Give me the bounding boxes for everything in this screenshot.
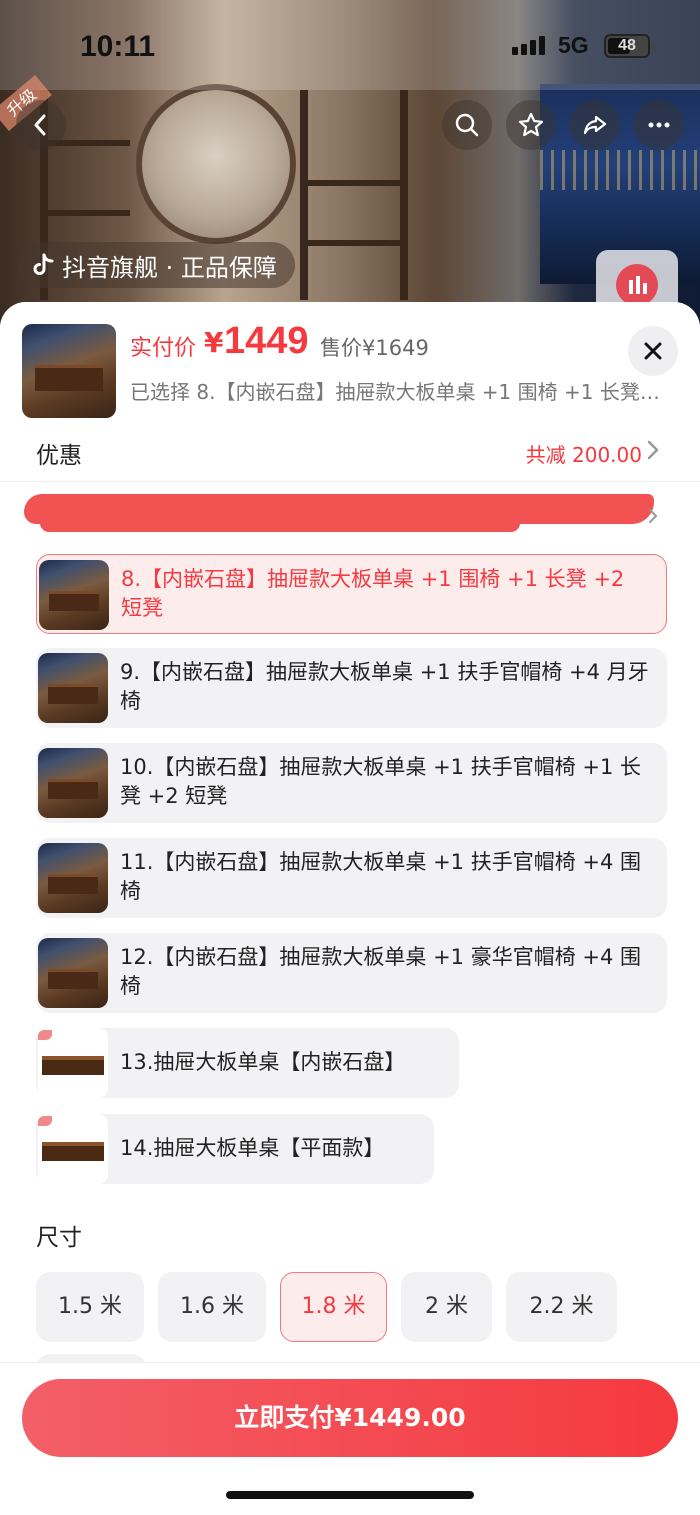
more-button[interactable] <box>634 100 684 150</box>
share-button[interactable] <box>570 100 620 150</box>
size-option[interactable]: 2.2 米 <box>506 1272 617 1342</box>
option-item[interactable]: 8.【内嵌石盘】抽屉款大板单桌 +1 围椅 +1 长凳 +2 短凳 <box>36 554 667 634</box>
size-option-selected[interactable]: 1.8 米 <box>280 1272 387 1342</box>
size-option[interactable]: 2 米 <box>401 1272 492 1342</box>
close-button[interactable] <box>628 326 678 376</box>
size-option[interactable]: 1.5 米 <box>36 1272 144 1342</box>
checkout-footer: 立即支付¥1449.00 <box>0 1362 700 1515</box>
product-thumbnail[interactable] <box>22 324 116 418</box>
option-label: 12.【内嵌石盘】抽屉款大板单桌 +1 豪华官帽椅 +4 围椅 <box>120 945 642 998</box>
option-thumbnail <box>38 1114 108 1184</box>
option-item[interactable]: 14.抽屉大板单桌【平面款】 <box>36 1114 434 1184</box>
sheet-header: 实付价 ¥ 1449 售价¥1649 已选择 8.【内嵌石盘】抽屉款大板单桌 +… <box>0 302 700 422</box>
original-price: 售价¥1649 <box>320 336 429 360</box>
shelf <box>300 240 408 246</box>
size-section-title: 尺寸 <box>36 1225 82 1251</box>
close-icon <box>644 342 662 360</box>
store-label: 抖音旗舰 · 正品保障 <box>62 253 277 282</box>
battery-level: 48 <box>618 37 636 54</box>
shelf <box>300 90 308 300</box>
option-item[interactable]: 10.【内嵌石盘】抽屉款大板单桌 +1 扶手官帽椅 +1 长凳 +2 短凳 <box>36 743 667 823</box>
back-button[interactable] <box>16 100 66 150</box>
price-currency: ¥ <box>204 326 224 359</box>
selected-summary: 已选择 8.【内嵌石盘】抽屉款大板单桌 +1 围椅 +1 长凳 +... <box>130 380 660 404</box>
option-item[interactable]: 9.【内嵌石盘】抽屉款大板单桌 +1 扶手官帽椅 +4 月牙椅 <box>36 648 667 728</box>
option-item[interactable]: 13.抽屉大板单桌【内嵌石盘】 <box>36 1028 459 1098</box>
price-label: 实付价 <box>130 336 197 361</box>
option-thumbnail <box>38 1028 108 1098</box>
option-label: 8.【内嵌石盘】抽屉款大板单桌 +1 围椅 +1 长凳 +2 短凳 <box>121 567 625 620</box>
status-time: 10:11 <box>80 30 156 63</box>
network-type: 5G <box>558 32 589 58</box>
discount-value: 共减 200.00 <box>525 443 642 467</box>
redacted-row[interactable] <box>0 484 700 546</box>
shelf <box>40 210 130 216</box>
tiktok-logo-icon <box>33 253 54 275</box>
option-thumbnail <box>39 560 109 630</box>
sku-sheet: 实付价 ¥ 1449 售价¥1649 已选择 8.【内嵌石盘】抽屉款大板单桌 +… <box>0 302 700 1515</box>
discount-label: 优惠 <box>36 443 82 469</box>
option-item[interactable]: 11.【内嵌石盘】抽屉款大板单桌 +1 扶手官帽椅 +4 围椅 <box>36 838 667 918</box>
option-thumbnail <box>38 938 108 1008</box>
price-value: 1449 <box>224 320 309 362</box>
options-list: 8.【内嵌石盘】抽屉款大板单桌 +1 围椅 +1 长凳 +2 短凳 9.【内嵌石… <box>0 548 700 1370</box>
signal-icon <box>512 36 545 55</box>
city-lights <box>540 150 700 190</box>
option-item[interactable]: 12.【内嵌石盘】抽屉款大板单桌 +1 豪华官帽椅 +4 围椅 <box>36 933 667 1013</box>
chevron-right-icon <box>649 509 658 523</box>
chart-bars-icon <box>616 264 658 306</box>
shelf <box>300 180 408 186</box>
shelf <box>400 90 408 300</box>
home-indicator <box>226 1491 474 1499</box>
battery-cap <box>651 42 655 51</box>
round-painting <box>136 84 296 244</box>
favorite-button[interactable] <box>506 100 556 150</box>
option-label: 14.抽屉大板单桌【平面款】 <box>120 1136 385 1160</box>
more-icon <box>648 122 670 128</box>
option-label: 13.抽屉大板单桌【内嵌石盘】 <box>120 1050 406 1074</box>
size-option[interactable]: 1.6 米 <box>158 1272 266 1342</box>
option-label: 9.【内嵌石盘】抽屉款大板单桌 +1 扶手官帽椅 +4 月牙椅 <box>120 660 649 713</box>
option-label: 11.【内嵌石盘】抽屉款大板单桌 +1 扶手官帽椅 +4 围椅 <box>120 850 642 903</box>
discount-row[interactable]: 优惠 共减 200.00 <box>0 422 700 482</box>
share-icon <box>583 115 607 135</box>
search-icon <box>455 113 479 137</box>
option-label: 10.【内嵌石盘】抽屉款大板单桌 +1 扶手官帽椅 +1 长凳 +2 短凳 <box>120 755 642 808</box>
battery-icon: 48 <box>604 34 650 58</box>
redaction-mark <box>40 514 520 532</box>
option-thumbnail <box>38 748 108 818</box>
chevron-right-icon <box>647 440 659 460</box>
store-badge: 抖音旗舰 · 正品保障 <box>18 242 295 288</box>
option-thumbnail <box>38 653 108 723</box>
status-bar: 10:11 5G 48 <box>0 0 700 86</box>
search-button[interactable] <box>442 100 492 150</box>
pay-now-button[interactable]: 立即支付¥1449.00 <box>22 1379 678 1457</box>
option-thumbnail <box>38 843 108 913</box>
back-icon <box>34 114 46 136</box>
star-icon <box>518 112 544 137</box>
